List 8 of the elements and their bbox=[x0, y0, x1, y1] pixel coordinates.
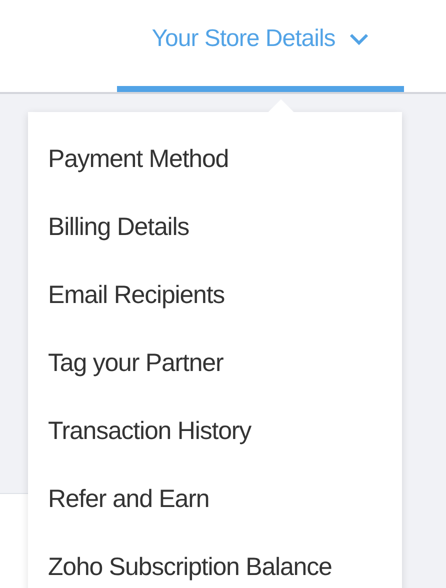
menu-item[interactable]: Refer and Earn bbox=[48, 481, 210, 519]
menu-item[interactable]: Payment Method bbox=[48, 141, 229, 179]
menu-item[interactable]: Email Recipients bbox=[48, 277, 225, 315]
menu-item[interactable]: Billing Details bbox=[48, 209, 190, 247]
menu-item[interactable]: Zoho Subscription Balance bbox=[48, 549, 332, 587]
menu-item[interactable]: Transaction History bbox=[48, 413, 252, 451]
chevron-down-icon bbox=[349, 32, 370, 46]
menu-item[interactable]: Tag your Partner bbox=[48, 345, 224, 383]
